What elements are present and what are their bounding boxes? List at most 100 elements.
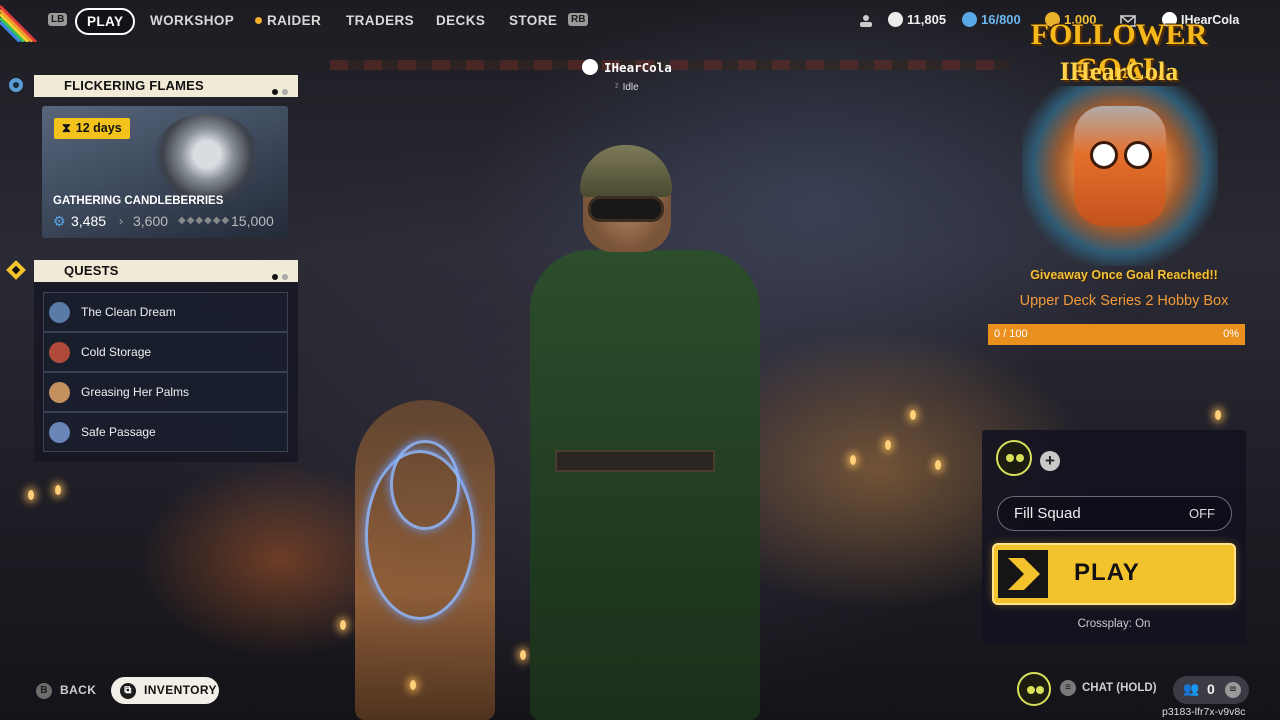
tab-store[interactable]: STORE xyxy=(509,13,557,28)
quest-avatar-icon xyxy=(49,422,70,443)
timer-value: 12 xyxy=(75,121,90,135)
player-nameplate: IHearCola xyxy=(582,59,672,75)
timer-unit: days xyxy=(93,121,122,135)
quest-item[interactable]: Safe Passage xyxy=(43,412,288,452)
fill-squad-label: Fill Squad xyxy=(1014,505,1081,522)
chat-button[interactable]: ≡ CHAT (HOLD) xyxy=(1060,680,1157,696)
tab-raider-label: RAIDER xyxy=(267,13,322,28)
player-name: IHearCola xyxy=(604,60,672,75)
raider-dot-icon xyxy=(255,17,262,24)
chevron-right-icon: › xyxy=(119,214,123,228)
play-button-label: PLAY xyxy=(1074,559,1140,586)
quest-item[interactable]: Cold Storage xyxy=(43,332,288,372)
chat-label: CHAT (HOLD) xyxy=(1082,682,1157,694)
credits-stat: 11,805 xyxy=(888,12,946,27)
event-timer: ⧗ 12 days xyxy=(54,118,130,139)
quest-avatar-icon xyxy=(49,342,70,363)
player-badge-icon xyxy=(582,59,598,75)
event-card[interactable]: ⧗ 12 days GATHERING CANDLEBERRIES ⚙ 3,485… xyxy=(42,106,288,238)
quest-label: Safe Passage xyxy=(81,425,156,439)
candle xyxy=(28,490,34,500)
tab-play[interactable]: PLAY xyxy=(75,8,136,35)
quests-title: QUESTS xyxy=(64,263,119,278)
avatar-eye xyxy=(1016,454,1024,462)
page-dots xyxy=(268,268,288,283)
character-belt xyxy=(555,450,715,472)
goal-percent: 0% xyxy=(1223,328,1239,340)
candle xyxy=(935,460,941,470)
progress-next: 3,600 xyxy=(133,213,169,229)
character-helmet xyxy=(580,145,672,197)
play-chevron-icon xyxy=(998,550,1048,598)
quest-label: Greasing Her Palms xyxy=(81,385,190,399)
mascot-eye xyxy=(1124,141,1152,169)
progress-current: 3,485 xyxy=(71,213,107,229)
page-dot xyxy=(282,89,288,95)
quest-avatar-icon xyxy=(49,302,70,323)
b-key: B xyxy=(36,683,52,699)
goal-progress-text: 0 / 100 xyxy=(994,328,1028,340)
gear-icon xyxy=(9,78,23,92)
event-header: FLICKERING FLAMES xyxy=(9,75,298,98)
giveaway-text: Giveaway Once Goal Reached!! xyxy=(1030,268,1218,282)
play-button[interactable]: PLAY xyxy=(994,545,1234,603)
neon-ring xyxy=(390,440,460,530)
quest-avatar-icon xyxy=(49,382,70,403)
player-status-text: Idle xyxy=(622,82,639,93)
page-dot xyxy=(272,89,278,95)
credits-value: 11,805 xyxy=(907,12,947,27)
tokens-icon xyxy=(962,12,977,27)
event-name: GATHERING CANDLEBERRIES xyxy=(53,195,224,207)
progress-max: 15,000 xyxy=(231,213,274,229)
player-status: ᶻ Idle xyxy=(615,82,639,93)
list-icon: ≡ xyxy=(1225,682,1241,698)
quests-list: The Clean Dream Cold Storage Greasing He… xyxy=(34,282,298,462)
back-label: BACK xyxy=(60,683,97,697)
squad-avatar[interactable] xyxy=(996,440,1032,476)
goal-progress-bar: 0 / 100 0% xyxy=(988,324,1245,345)
party-icon[interactable] xyxy=(858,14,874,28)
inventory-button[interactable]: ⧉ INVENTORY xyxy=(111,677,219,704)
sleep-icon: ᶻ xyxy=(615,82,619,93)
view-key-icon: ⧉ xyxy=(120,683,136,699)
quest-item[interactable]: Greasing Her Palms xyxy=(43,372,288,412)
character-goggles xyxy=(588,196,664,222)
mascot-eye xyxy=(1090,141,1118,169)
tab-traders[interactable]: TRADERS xyxy=(346,13,414,28)
mascot-image xyxy=(1022,86,1218,266)
quests-header: QUESTS xyxy=(6,260,298,283)
page-dot xyxy=(272,274,278,280)
diamond-icon xyxy=(6,260,26,280)
tab-workshop[interactable]: WORKSHOP xyxy=(150,13,234,28)
page-dots xyxy=(268,83,288,98)
crossplay-status: Crossplay: On xyxy=(1077,618,1151,630)
add-squad-member-button[interactable]: + xyxy=(1040,451,1060,471)
quest-label: Cold Storage xyxy=(81,345,152,359)
fill-squad-value: OFF xyxy=(1189,506,1215,521)
profile-avatar[interactable] xyxy=(1017,672,1051,706)
friends-button[interactable]: 👥 0 ≡ xyxy=(1173,676,1249,704)
follower-goal-name: IHearCola xyxy=(1059,57,1179,86)
menu-key-icon: ≡ xyxy=(1060,680,1076,696)
candle xyxy=(850,455,856,465)
tab-raider[interactable]: RAIDER xyxy=(255,13,321,28)
mascot-can xyxy=(1074,106,1166,226)
tab-decks[interactable]: DECKS xyxy=(436,13,485,28)
candle xyxy=(340,620,346,630)
event-title: FLICKERING FLAMES xyxy=(64,78,204,93)
candleberry-tree-image xyxy=(152,114,262,204)
rb-key: RB xyxy=(568,13,589,26)
credits-icon xyxy=(888,12,903,27)
avatar-eye xyxy=(1027,686,1035,694)
quest-item[interactable]: The Clean Dream xyxy=(43,292,288,332)
progress-gear-icon: ⚙ xyxy=(53,213,66,229)
back-button[interactable]: B BACK xyxy=(36,677,96,704)
candle xyxy=(55,485,61,495)
friends-count: 0 xyxy=(1207,681,1215,697)
candle xyxy=(910,410,916,420)
fill-squad-toggle[interactable]: Fill Squad OFF xyxy=(997,496,1232,531)
hourglass-icon: ⧗ xyxy=(62,121,71,135)
avatar-eye xyxy=(1006,454,1014,462)
candle xyxy=(885,440,891,450)
page-dot xyxy=(282,274,288,280)
